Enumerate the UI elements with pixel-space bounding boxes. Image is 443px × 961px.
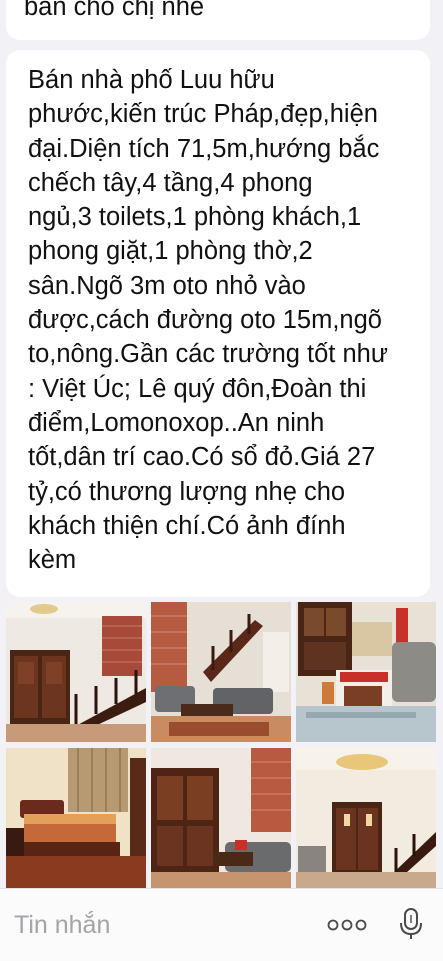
photo-bedroom[interactable] (6, 748, 146, 888)
message-input[interactable]: Tin nhắn (14, 911, 110, 940)
message-line: : Việt Úc; Lê quý đôn,Đoàn thi (28, 374, 367, 403)
photo-grid (6, 602, 436, 888)
message-line: đại.Diện tích 71,5m,hướng bắc (28, 134, 380, 163)
message-line: phong giặt,1 phòng thờ,2 (28, 237, 313, 266)
message-line: tốt,dân trí cao.Có sổ đỏ.Giá 27 (28, 443, 376, 472)
message-line: chếch tây,4 tầng,4 phong (28, 168, 313, 197)
message-line: được,cách đường oto 15m,ngõ (28, 306, 382, 335)
photo-sofa-gift[interactable] (296, 602, 436, 742)
message-line: ngủ,3 toilets,1 phòng khách,1 (28, 203, 362, 232)
photo-entrance-hall[interactable] (6, 602, 146, 742)
message-line: sân.Ngõ 3m oto nhỏ vào (28, 271, 306, 300)
message-text: bán cho chị nhé (24, 0, 205, 21)
message-line: tỷ,có thương lượng nhẹ cho (28, 477, 346, 506)
message-bubble-listing[interactable]: Bán nhà phố Luu hữu phước,kiến trúc Pháp… (6, 50, 430, 597)
message-bubble-previous[interactable]: bán cho chị nhé (6, 0, 430, 40)
message-line: phước,kiến trúc Pháp,đẹp,hiện (28, 100, 378, 129)
message-line: kèm (28, 546, 77, 575)
message-line: to,nông.Gần các trường tốt như (28, 340, 388, 369)
microphone-icon[interactable] (398, 907, 424, 941)
message-line: khách thiện chí.Có ảnh đính (28, 511, 346, 540)
photo-hallway[interactable] (296, 748, 436, 888)
message-line: Bán nhà phố Luu hữu (28, 66, 275, 94)
ellipsis-icon[interactable] (327, 919, 367, 931)
message-line: điểm,Lomonoxop..An ninh (28, 408, 325, 437)
message-input-bar: Tin nhắn (0, 888, 443, 961)
photo-living-room[interactable] (151, 602, 291, 742)
photo-door-sofa[interactable] (151, 748, 291, 888)
